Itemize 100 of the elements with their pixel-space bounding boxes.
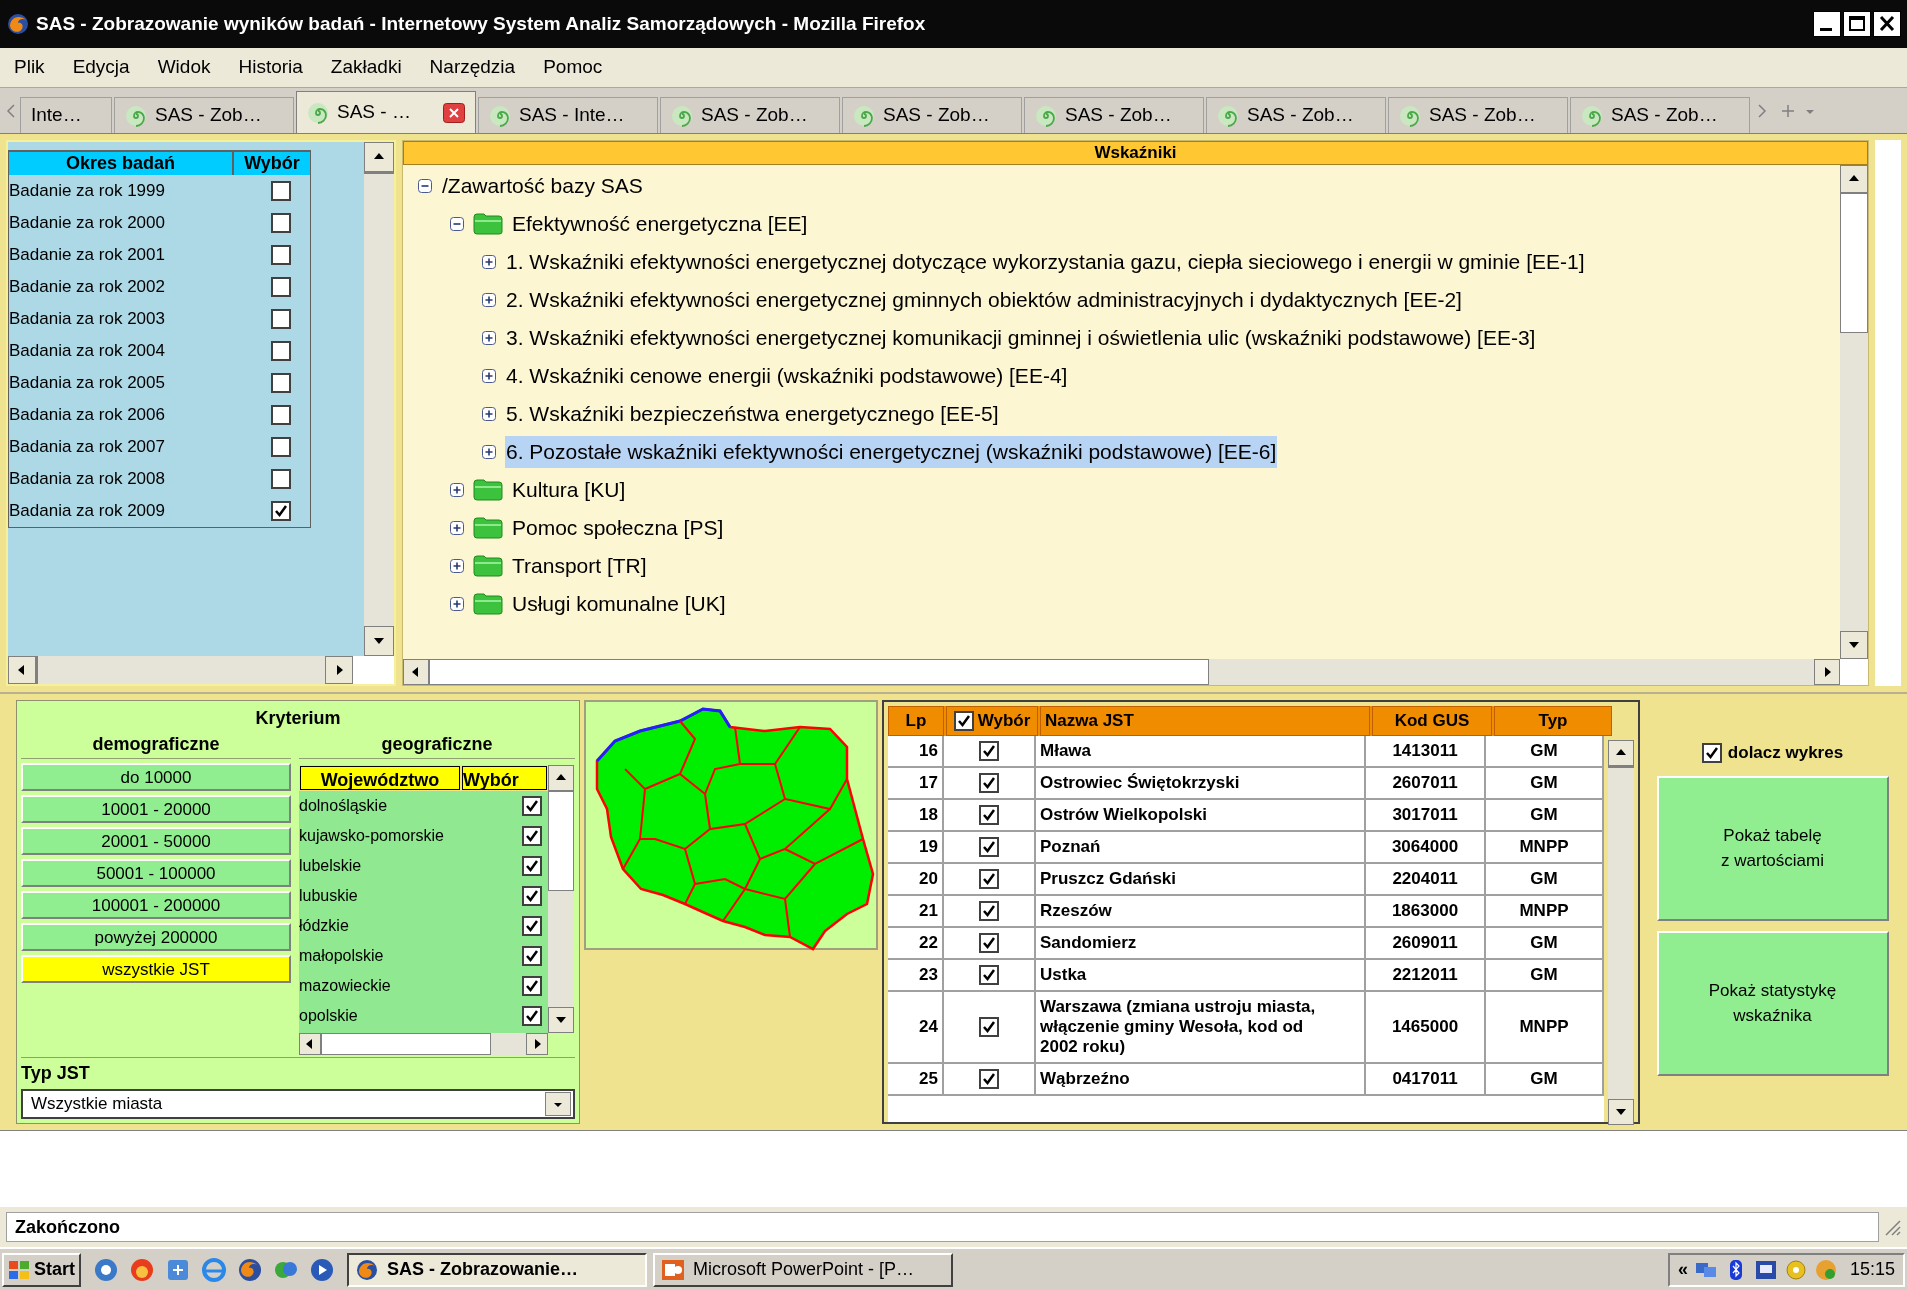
collapse-icon[interactable] [449,216,465,232]
checkbox[interactable] [271,405,291,425]
scrollbar[interactable] [548,765,574,1033]
checkbox[interactable] [953,711,974,731]
checkbox[interactable] [979,869,999,889]
checkbox[interactable] [979,1069,999,1089]
firefox-logo-icon[interactable] [237,1256,263,1283]
checkbox[interactable] [979,901,999,921]
menu-item[interactable]: Pomoc [543,53,603,82]
scrollbar[interactable] [299,1033,548,1055]
resize-grip-icon[interactable] [1883,1218,1901,1236]
checkbox[interactable] [979,805,999,825]
expand-icon[interactable] [481,330,497,346]
minimize-button[interactable] [1813,11,1841,37]
tree-item[interactable]: 5. Wskaźniki bezpieczeństwa energetycznego [EE-5] [505,398,1000,430]
scroll-thumb[interactable] [321,1033,491,1055]
checkbox[interactable] [271,213,291,233]
taskbar-button[interactable]: SAS - Zobrazowanie… [347,1252,647,1287]
menu-item[interactable]: Narzędzia [429,53,516,82]
expand-icon[interactable] [449,482,465,498]
browser-tab[interactable]: SAS - Zob… [660,97,840,133]
menu-item[interactable]: Plik [14,53,45,82]
checkbox[interactable] [522,886,542,906]
checkbox[interactable] [979,1017,999,1037]
tree-item[interactable]: Kultura [KU] [511,474,627,506]
tree-item[interactable]: Efektywność energetyczna [EE] [511,208,809,240]
tree-item[interactable]: Usługi komunalne [UK] [511,588,727,620]
scrollbar[interactable] [1608,740,1634,1125]
taskbar-button[interactable]: Microsoft PowerPoint - [P… [653,1252,953,1287]
scroll-down-button[interactable] [1840,631,1868,659]
browser-tab[interactable]: SAS - Zob… [114,97,294,133]
scroll-thumb[interactable] [36,656,38,684]
expand-icon[interactable] [481,254,497,270]
browser-tab[interactable]: SAS - Zob… [1388,97,1568,133]
checkbox[interactable] [979,837,999,857]
round-app-icon[interactable] [129,1256,155,1283]
scroll-thumb[interactable] [548,791,574,891]
menu-item[interactable]: Historia [238,53,303,82]
checkbox[interactable] [979,741,999,761]
checkbox[interactable] [271,309,291,329]
browser-tab[interactable]: Inte… [20,97,112,133]
checkbox[interactable] [979,773,999,793]
tree-item[interactable]: /Zawartość bazy SAS [441,170,644,202]
checkbox[interactable] [271,469,291,489]
tree-item[interactable]: 6. Pozostałe wskaźniki efektywności energetycznej (wskaźniki podstawowe) [EE-6] [505,436,1278,468]
action-button[interactable]: Pokaż statystykę wskaźnika [1656,930,1889,1076]
checkbox[interactable] [522,976,542,996]
scrollbar[interactable] [364,142,394,656]
scroll-left-button[interactable] [299,1033,321,1055]
scroll-down-button[interactable] [548,1007,574,1033]
scroll-right-button[interactable] [1814,659,1840,685]
scroll-down-button[interactable] [364,626,394,656]
criterion-button[interactable]: powyżej 200000 [21,923,291,951]
scroll-up-button[interactable] [1840,165,1868,193]
play-icon[interactable] [309,1256,335,1283]
menu-item[interactable]: Zakładki [330,53,402,82]
scroll-thumb[interactable] [1840,193,1868,333]
checkbox[interactable] [522,826,542,846]
type-dropdown[interactable]: Wszystkie miasta [21,1089,575,1119]
expand-icon[interactable] [449,596,465,612]
menu-item[interactable]: Widok [157,53,211,82]
scrollbar[interactable] [403,659,1840,685]
browser-tab[interactable]: SAS - Zob… [1024,97,1204,133]
checkbox[interactable] [271,437,291,457]
scroll-thumb[interactable] [429,659,1209,685]
browser-tab[interactable]: SAS - Zob… [1206,97,1386,133]
browser-tab[interactable]: SAS - Inte… [478,97,658,133]
scroll-right-button[interactable] [526,1033,548,1055]
criterion-button[interactable]: 10001 - 20000 [21,795,291,823]
criterion-button[interactable]: do 10000 [21,763,291,791]
tree-item[interactable]: 4. Wskaźniki cenowe energii (wskaźniki podstawowe) [EE-4] [505,360,1069,392]
checkbox[interactable] [271,245,291,265]
checkbox[interactable] [271,181,291,201]
browser-tab[interactable]: SAS - … [296,91,476,133]
criterion-button[interactable]: wszystkie JST [21,955,291,983]
maximize-button[interactable] [1843,11,1871,37]
checkbox[interactable] [271,501,291,521]
checkbox[interactable] [522,796,542,816]
expand-icon[interactable] [449,558,465,574]
scroll-up-button[interactable] [548,765,574,791]
expand-icon[interactable] [481,368,497,384]
scrollbar[interactable] [8,656,353,684]
scroll-thumb[interactable] [1608,766,1634,768]
checkbox[interactable] [271,277,291,297]
tree-item[interactable]: 1. Wskaźniki efektywności energetycznej dotyczące wykorzystania gazu, ciepła sieciowego i energii w gminie [EE-1] [505,246,1586,278]
scroll-thumb[interactable] [364,172,394,174]
checkbox[interactable] [522,916,542,936]
menu-item[interactable]: Edycja [72,53,130,82]
tree-item[interactable]: 2. Wskaźniki efektywności energetycznej gminnych obiektów administracyjnych i dydaktycznych [EE-2] [505,284,1463,316]
checkbox[interactable] [979,965,999,985]
tab-close-button[interactable] [443,102,465,123]
checkbox[interactable] [271,373,291,393]
tree-item[interactable]: 3. Wskaźniki efektywności energetycznej komunikacji gminnej i oświetlenia ulic (wskaźniki podstawowe) [EE-3] [505,322,1537,354]
collapse-icon[interactable] [417,178,433,194]
scroll-left-button[interactable] [8,656,36,684]
scroll-up-button[interactable] [1608,740,1634,766]
checkbox[interactable] [271,341,291,361]
tree-item[interactable]: Transport [TR] [511,550,648,582]
checkbox[interactable] [522,946,542,966]
expand-icon[interactable] [449,520,465,536]
